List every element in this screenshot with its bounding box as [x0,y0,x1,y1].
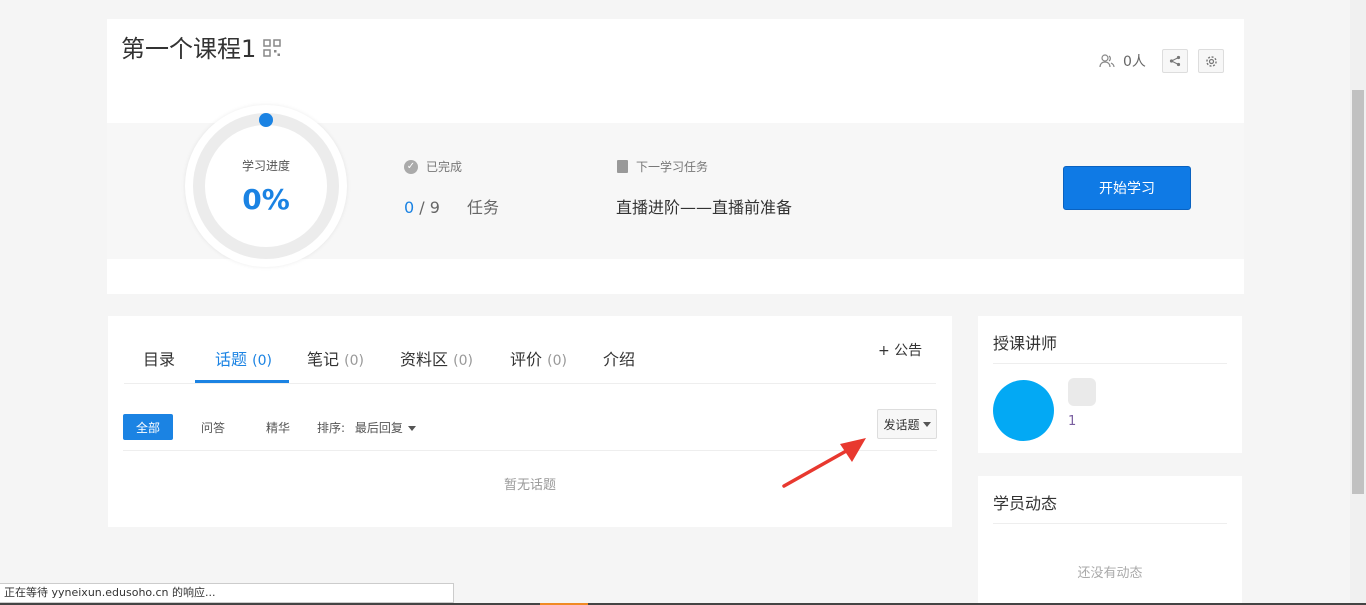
share-icon [1169,55,1181,67]
activity-card: 学员动态 还没有动态 [978,476,1242,605]
add-notice-link[interactable]: + 公告 [878,340,922,360]
tasks-done: 0 [404,198,415,217]
tab-materials[interactable]: 资料区 (0) [400,346,473,370]
active-tab-indicator [195,380,289,383]
post-topic-label: 发话题 [883,417,920,432]
caret-down-icon [922,421,931,427]
teacher-name[interactable]: 1 [1068,414,1076,429]
tab-topics[interactable]: 话题 (0) [215,346,272,370]
tab-label: 目录 [143,350,176,369]
progress-ring-marker [259,113,273,127]
completed-header: ✓ 已完成 [404,158,462,175]
tab-intro[interactable]: 介绍 [603,346,635,370]
tab-count: (0) [547,353,567,369]
filter-all-button[interactable]: 全部 [123,414,173,440]
tab-count: (0) [344,353,364,369]
settings-button[interactable] [1198,49,1224,73]
sort-value: 最后回复 [354,421,403,435]
tab-catalog[interactable]: 目录 [143,346,175,370]
caret-down-icon [407,426,416,431]
divider [993,363,1227,364]
member-count: 0人 [1099,51,1146,71]
qrcode-icon[interactable] [263,39,281,57]
check-circle-icon: ✓ [404,159,418,174]
course-content-panel: 目录 话题 (0) 笔记 (0) 资料区 (0) 评价 (0) 介绍 + 公告 … [108,316,952,527]
book-icon [617,160,628,173]
sort-label: 排序: [317,421,346,435]
tab-label: 评价 [510,350,543,369]
next-task-header: 下一学习任务 [617,158,708,175]
progress-label: 学习进度 [241,159,290,173]
post-topic-button[interactable]: 发话题 [877,409,937,439]
activity-card-title: 学员动态 [993,494,1058,513]
teacher-card-title: 授课讲师 [993,334,1058,353]
tab-label: 话题 [215,350,248,369]
completed-label: 已完成 [426,160,463,174]
course-header-card: 第一个课程1 0人 学习进度 0% ✓ 已完成 0 / 9 任务 下一学习任务 … [107,19,1244,294]
empty-activity-message: 还没有动态 [1077,566,1143,581]
next-task-title[interactable]: 直播进阶——直播前准备 [616,194,792,218]
next-task-label: 下一学习任务 [636,160,709,174]
teacher-card: 授课讲师 1 [978,316,1242,453]
tab-count: (0) [453,353,473,369]
tab-count: (0) [252,353,272,369]
tab-label: 资料区 [400,350,449,369]
progress-ring: 学习进度 0% [185,105,347,267]
tasks-total: 9 [429,198,440,217]
teacher-thumbnail[interactable] [1068,378,1096,406]
filter-qa-button[interactable]: 问答 [193,414,233,440]
course-title: 第一个课程1 [121,35,257,63]
progress-value: 0% [242,183,290,216]
tab-reviews[interactable]: 评价 (0) [510,346,567,370]
member-count-label: 0人 [1123,54,1146,70]
tab-bar: 目录 话题 (0) 笔记 (0) 资料区 (0) 评价 (0) 介绍 [124,316,936,384]
tab-label: 介绍 [603,350,636,369]
teacher-avatar[interactable] [993,380,1054,441]
tab-label: 笔记 [307,350,340,369]
users-icon [1099,54,1115,68]
annotation-arrow [782,438,866,488]
tasks-unit: 任务 [467,198,500,217]
sort-dropdown[interactable]: 排序: 最后回复 [317,419,416,436]
tab-notes[interactable]: 笔记 (0) [307,346,364,370]
start-learning-button[interactable]: 开始学习 [1063,166,1191,210]
gear-icon [1205,55,1217,67]
divider [993,523,1227,524]
browser-status-bar: 正在等待 yyneixun.edusoho.cn 的响应... [0,583,454,603]
scrollbar-thumb[interactable] [1352,90,1364,494]
tasks-separator: / [414,198,430,217]
share-button[interactable] [1162,49,1188,73]
filter-elite-button[interactable]: 精华 [258,414,298,440]
task-count: 0 / 9 任务 [404,194,499,218]
